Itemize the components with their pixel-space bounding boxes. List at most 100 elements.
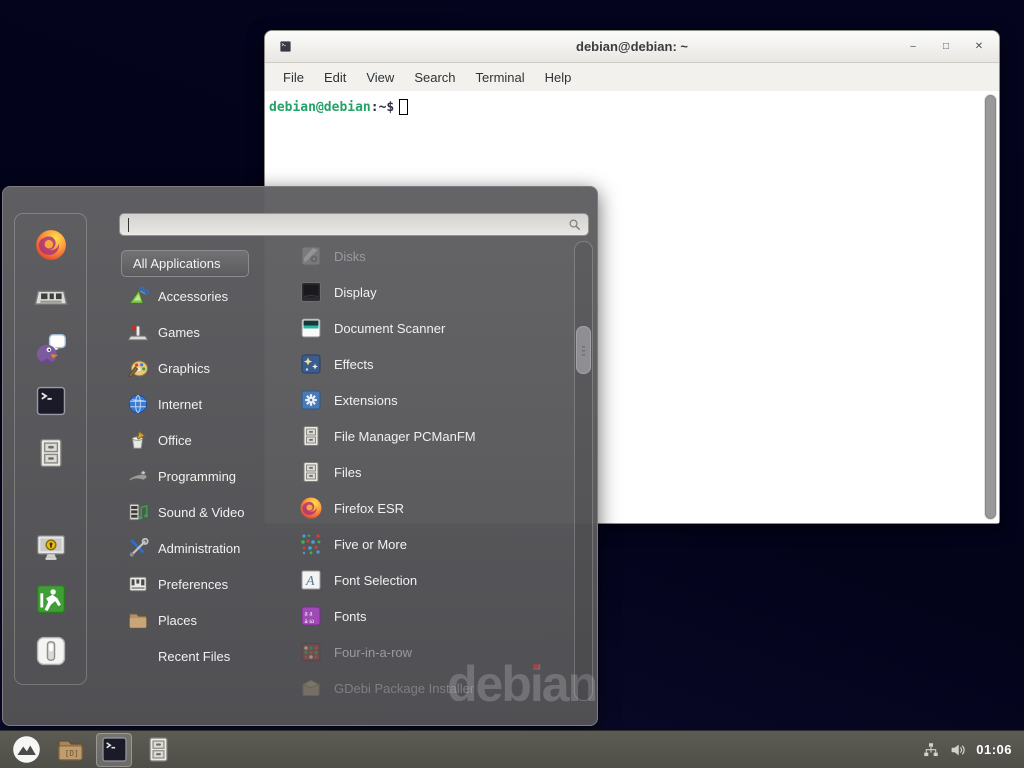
application-item[interactable]: Files — [291, 454, 575, 490]
taskbar-launcher[interactable] — [140, 733, 176, 767]
application-list: Disks Display Document Scanner Effects — [291, 238, 575, 706]
close-button[interactable]: ✕ — [973, 41, 985, 52]
menubar-item[interactable]: Edit — [314, 66, 356, 89]
logout-icon[interactable] — [34, 582, 68, 616]
search-input[interactable] — [119, 213, 589, 236]
applications-menu: debian All Applications Accessories — [2, 186, 598, 726]
shutdown-icon[interactable] — [34, 634, 68, 668]
prompt-user: debian@debian — [269, 100, 371, 115]
firefox-icon — [299, 496, 323, 520]
application-item[interactable]: Disks — [291, 238, 575, 274]
disks-icon — [299, 244, 323, 268]
category-item[interactable]: Sound & Video — [121, 494, 291, 530]
application-item[interactable]: File Manager PCManFM — [291, 418, 575, 454]
category-item[interactable]: Places — [121, 602, 291, 638]
terminal-icon — [100, 735, 129, 764]
file-cabinet-icon — [144, 735, 173, 764]
maximize-button[interactable]: □ — [940, 41, 952, 52]
all-applications-button[interactable]: All Applications — [121, 250, 249, 277]
terminal-scrollbar[interactable] — [984, 94, 997, 520]
taskbar-clock[interactable]: 01:06 — [976, 742, 1012, 757]
menubar-item[interactable]: View — [356, 66, 404, 89]
application-item[interactable]: Firefox ESR — [291, 490, 575, 526]
category-item[interactable]: Internet — [121, 386, 291, 422]
desktop: debian@debian: ~ – □ ✕ FileEditViewSearc… — [0, 0, 1024, 768]
internet-icon — [127, 393, 149, 415]
category-item[interactable]: Office — [121, 422, 291, 458]
application-item[interactable]: Extensions — [291, 382, 575, 418]
lock-screen-icon[interactable] — [34, 530, 68, 564]
application-item[interactable]: Four-in-a-row — [291, 634, 575, 670]
application-item[interactable]: A Font Selection — [291, 562, 575, 598]
all-applications-label: All Applications — [133, 256, 220, 271]
network-icon[interactable] — [922, 741, 940, 759]
preferences-icon — [127, 573, 149, 595]
fonts-icon: a aa ω — [299, 604, 323, 628]
application-item[interactable]: Document Scanner — [291, 310, 575, 346]
category-item[interactable]: Recent Files — [121, 638, 291, 674]
category-item[interactable]: Graphics — [121, 350, 291, 386]
effects-icon — [299, 352, 323, 376]
category-item[interactable]: Programming — [121, 458, 291, 494]
pidgin-icon[interactable] — [34, 332, 68, 366]
office-icon — [127, 429, 149, 451]
application-item[interactable]: Effects — [291, 346, 575, 382]
file-cabinet-icon — [299, 460, 323, 484]
application-item[interactable]: a aa ω Fonts — [291, 598, 575, 634]
graphics-icon — [127, 357, 149, 379]
file-cabinet-icon — [299, 424, 323, 448]
extensions-icon — [299, 388, 323, 412]
menu-scrollbar[interactable] — [574, 241, 593, 701]
taskbar: [D] 01:06 — [0, 730, 1024, 768]
terminal-icon[interactable] — [34, 384, 68, 418]
volume-icon[interactable] — [949, 741, 967, 759]
terminal-prompt: debian@debian:~$ — [269, 99, 981, 115]
minimize-button[interactable]: – — [907, 41, 919, 52]
taskbar-launchers: [D] — [8, 733, 176, 767]
menubar-item[interactable]: File — [273, 66, 314, 89]
menubar-item[interactable]: Search — [404, 66, 465, 89]
favorites-column — [14, 213, 87, 685]
terminal-titlebar[interactable]: debian@debian: ~ – □ ✕ — [265, 31, 999, 63]
window-controls: – □ ✕ — [907, 31, 985, 62]
administration-icon — [127, 537, 149, 559]
document-scanner-icon — [299, 316, 323, 340]
session-buttons — [15, 530, 86, 668]
menubar-item[interactable]: Terminal — [466, 66, 535, 89]
system-tray: 01:06 — [922, 741, 1016, 759]
svg-text:a ω: a ω — [305, 617, 315, 625]
category-item[interactable]: Preferences — [121, 566, 291, 602]
accessories-icon — [127, 285, 149, 307]
programming-icon — [127, 465, 149, 487]
category-item[interactable]: Games — [121, 314, 291, 350]
favorite-launchers — [15, 228, 86, 470]
menu-button-icon — [12, 735, 41, 764]
taskbar-launcher[interactable]: [D] — [52, 733, 88, 767]
svg-text:A: A — [305, 574, 315, 589]
application-item[interactable]: Five or More — [291, 526, 575, 562]
firefox-icon[interactable] — [34, 228, 68, 262]
search-caret — [128, 218, 129, 232]
application-item[interactable]: Display — [291, 274, 575, 310]
places-icon — [127, 609, 149, 631]
category-item[interactable]: Administration — [121, 530, 291, 566]
five-or-more-icon — [299, 532, 323, 556]
taskbar-launcher[interactable] — [96, 733, 132, 767]
svg-text:[D]: [D] — [64, 749, 78, 758]
file-cabinet-icon[interactable] — [34, 436, 68, 470]
display-icon — [299, 280, 323, 304]
terminal-scrollbar-thumb[interactable] — [985, 95, 996, 519]
search-icon — [567, 217, 582, 232]
terminal-menubar: FileEditViewSearchTerminalHelp — [265, 63, 999, 91]
sound-video-icon — [127, 501, 149, 523]
gdebi-icon — [299, 676, 323, 700]
menu-scrollbar-thumb[interactable] — [576, 326, 591, 374]
prompt-suffix: :~$ — [371, 100, 394, 115]
application-item[interactable]: GDebi Package Installer — [291, 670, 575, 706]
control-panel-icon[interactable] — [34, 280, 68, 314]
taskbar-launcher[interactable] — [8, 733, 44, 767]
category-item[interactable]: Accessories — [121, 278, 291, 314]
menubar-item[interactable]: Help — [535, 66, 582, 89]
window-title: debian@debian: ~ — [576, 39, 688, 54]
category-list: Accessories Games Graphics Internet — [121, 278, 291, 674]
